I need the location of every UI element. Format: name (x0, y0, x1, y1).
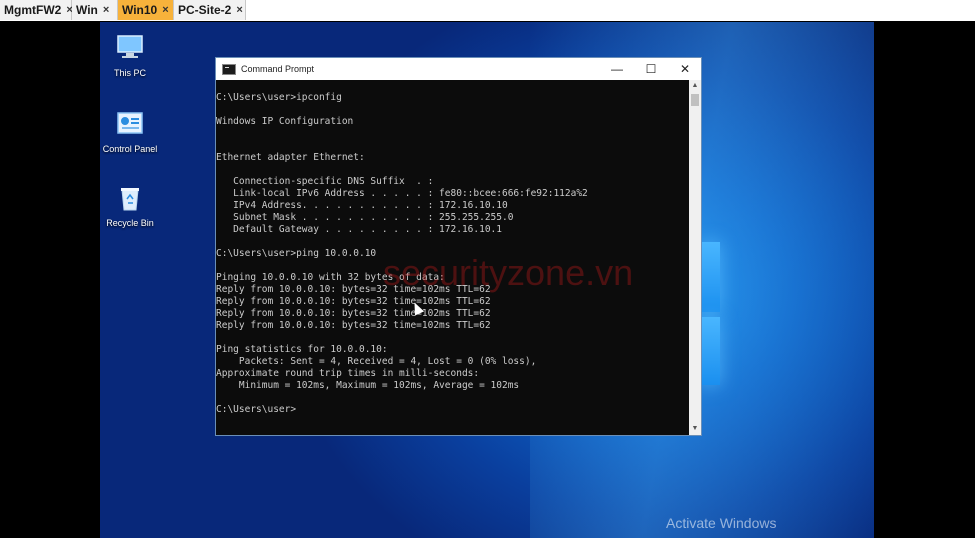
console-line: Minimum = 102ms, Maximum = 102ms, Averag… (216, 380, 520, 391)
tab-bar: MgmtFW2 × Win × Win10 × PC-Site-2 × (0, 0, 975, 22)
desktop-icon-label: This PC (113, 68, 146, 78)
console-line: IPv4 Address. . . . . . . . . . . : 172.… (216, 200, 508, 211)
console-line: C:\Users\user> (216, 404, 297, 415)
console-line: Reply from 10.0.0.10: bytes=32 time=102m… (216, 320, 491, 331)
tab-label: MgmtFW2 (4, 3, 62, 17)
control-panel-icon (117, 112, 143, 134)
desktop-icon-label: Control Panel (102, 144, 158, 154)
console-line: Windows IP Configuration (216, 116, 354, 127)
console-line: Default Gateway . . . . . . . . . : 172.… (216, 224, 502, 235)
recycle-bin-icon (121, 188, 139, 211)
close-button[interactable]: ✕ (668, 58, 702, 80)
cmd-icon (222, 63, 236, 75)
activate-windows-watermark: Activate Windows (666, 515, 777, 531)
console-line: Connection-specific DNS Suffix . : (216, 176, 434, 187)
tab-mgmtfw2[interactable]: MgmtFW2 × (0, 0, 73, 20)
scroll-thumb[interactable] (691, 94, 699, 106)
desktop-icon-this-pc[interactable]: This PC (100, 32, 165, 78)
vertical-scrollbar[interactable]: ▲ ▼ (689, 80, 701, 435)
desktop-icon-label: Recycle Bin (106, 218, 154, 228)
windows-logo-wallpaper (700, 242, 720, 312)
console-line: C:\Users\user>ping 10.0.0.10 (216, 248, 377, 259)
console-line: Ethernet adapter Ethernet: (216, 152, 365, 163)
console-line: Ping statistics for 10.0.0.10: (216, 344, 388, 355)
command-prompt-window[interactable]: Command Prompt — ☐ ✕ C:\Users\user>ipcon… (215, 57, 702, 436)
tab-label: Win (76, 3, 98, 17)
minimize-button[interactable]: — (600, 58, 634, 80)
console-line: Reply from 10.0.0.10: bytes=32 time=102m… (216, 296, 491, 307)
window-title: Command Prompt (241, 64, 315, 74)
scroll-up-icon[interactable]: ▲ (689, 80, 701, 92)
console-line: Packets: Sent = 4, Received = 4, Lost = … (216, 356, 537, 367)
console-line: Pinging 10.0.0.10 with 32 bytes of data: (216, 272, 445, 283)
maximize-button[interactable]: ☐ (634, 58, 668, 80)
console-line: C:\Users\user>ipconfig (216, 92, 342, 103)
tab-win10[interactable]: Win10 × (118, 0, 174, 20)
console-line: Approximate round trip times in milli-se… (216, 368, 480, 379)
windows-logo-wallpaper (700, 317, 720, 385)
console-line: Subnet Mask . . . . . . . . . . . : 255.… (216, 212, 514, 223)
tab-label: Win10 (122, 3, 158, 17)
console-line: Reply from 10.0.0.10: bytes=32 time=102m… (216, 308, 491, 319)
tab-label: PC-Site-2 (178, 3, 232, 17)
console-line: Reply from 10.0.0.10: bytes=32 time=102m… (216, 284, 491, 295)
desktop-icon-control-panel[interactable]: Control Panel (100, 108, 165, 154)
desktop-icon-recycle-bin[interactable]: Recycle Bin (100, 182, 165, 228)
close-icon[interactable]: × (236, 4, 242, 16)
scroll-down-icon[interactable]: ▼ (689, 423, 701, 435)
close-icon[interactable]: × (162, 4, 168, 16)
close-icon[interactable]: × (103, 4, 109, 16)
console-output[interactable]: C:\Users\user>ipconfig Windows IP Config… (216, 80, 689, 435)
tab-win[interactable]: Win × (72, 0, 118, 20)
tab-pc-site-2[interactable]: PC-Site-2 × (174, 0, 246, 20)
console-line: Link-local IPv6 Address . . . . . : fe80… (216, 188, 588, 199)
window-titlebar[interactable]: Command Prompt — ☐ ✕ (216, 58, 701, 80)
this-pc-icon (117, 35, 143, 58)
